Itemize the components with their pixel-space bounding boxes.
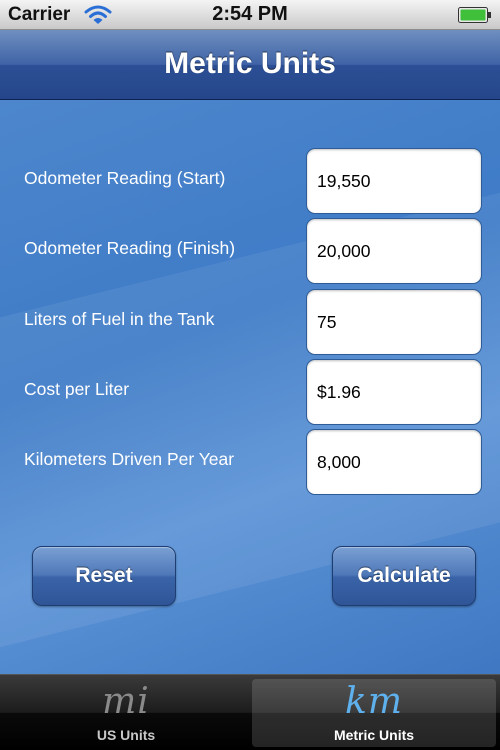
tab-us-units-label: US Units — [96, 727, 156, 743]
cost-per-liter-input[interactable] — [306, 359, 482, 425]
fuel-liters-row: Liters of Fuel in the Tank — [0, 289, 500, 355]
tab-metric-units-label: Metric Units — [333, 727, 415, 743]
odometer-start-input[interactable] — [306, 148, 482, 214]
calculate-button[interactable]: Calculate — [332, 546, 476, 606]
cost-per-liter-label: Cost per Liter — [24, 379, 130, 399]
form-content: Odometer Reading (Start) Odometer Readin… — [0, 100, 500, 674]
tab-bar: mi US Units km Metric Units — [0, 674, 500, 750]
us-units-icon: mi — [102, 681, 150, 722]
fuel-liters-input[interactable] — [306, 289, 482, 355]
reset-button[interactable]: Reset — [32, 546, 176, 606]
km-per-year-input[interactable] — [306, 429, 482, 495]
battery-icon — [458, 7, 491, 23]
status-time: 2:54 PM — [212, 3, 288, 25]
page-title: Metric Units — [164, 47, 336, 80]
odometer-finish-row: Odometer Reading (Finish) — [0, 218, 500, 284]
cost-per-liter-row: Cost per Liter — [0, 359, 500, 425]
fuel-liters-label: Liters of Fuel in the Tank — [24, 309, 215, 329]
odometer-finish-input[interactable] — [306, 218, 482, 284]
km-per-year-label: Kilometers Driven Per Year — [24, 449, 235, 469]
km-per-year-row: Kilometers Driven Per Year — [0, 429, 500, 495]
odometer-finish-label: Odometer Reading (Finish) — [24, 238, 236, 258]
tab-metric-units[interactable]: km Metric Units — [252, 679, 496, 747]
odometer-start-row: Odometer Reading (Start) — [0, 148, 500, 214]
navigation-bar: Metric Units — [0, 30, 500, 100]
status-bar: Carrier 2:54 PM — [0, 0, 500, 30]
app-screen: Carrier 2:54 PM Metric Units Odometer Re… — [0, 0, 500, 750]
metric-units-icon: km — [345, 681, 403, 722]
tab-us-units[interactable]: mi US Units — [4, 679, 248, 747]
odometer-start-label: Odometer Reading (Start) — [24, 168, 226, 188]
